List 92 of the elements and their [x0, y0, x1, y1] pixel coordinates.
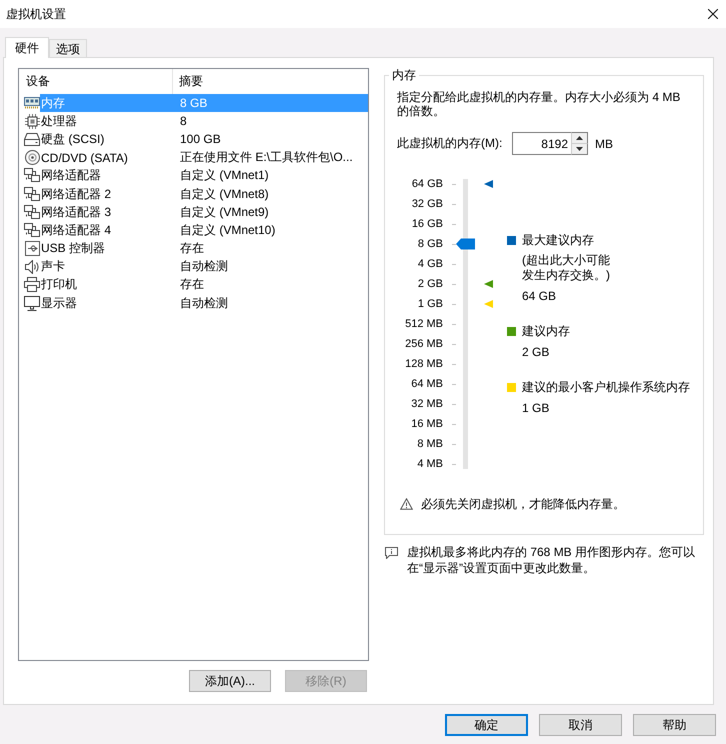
memory-stick-icon [24, 97, 40, 110]
device-summary: 存在 [180, 276, 204, 294]
tick-label: 64 MB [410, 377, 443, 392]
speaker-icon [25, 260, 39, 274]
close-icon[interactable] [708, 9, 718, 19]
tick-label: 8 GB [416, 237, 443, 252]
device-row[interactable]: 硬盘 (SCSI) 100 GB [40, 130, 368, 149]
disc-icon [24, 150, 40, 166]
device-name: USB 控制器 [40, 240, 106, 258]
device-row[interactable]: 打印机 存在 [40, 276, 368, 294]
legend-value: 1 GB [522, 400, 550, 416]
column-header[interactable]: 摘要 [173, 69, 203, 94]
network-icon [24, 168, 40, 184]
device-name: 网络适配器 3 [40, 204, 112, 221]
device-summary: 8 GB [180, 96, 208, 110]
legend-value: 64 GB [522, 288, 558, 304]
tab[interactable]: 硬件 [5, 37, 49, 58]
device-row[interactable]: 显示器 自动检测 [40, 294, 368, 312]
device-row[interactable]: 网络适配器 4 自定义 (VMnet10) [40, 221, 368, 240]
hard-drive-icon [24, 132, 40, 146]
device-summary: 自定义 (VMnet8) [180, 186, 269, 203]
device-row[interactable]: 网络适配器 2 自定义 (VMnet8) [40, 184, 368, 204]
tick-label: 4 MB [416, 457, 443, 472]
field-label: 此虚拟机的内存(M): [397, 135, 504, 152]
device-row[interactable]: 网络适配器 3 自定义 (VMnet9) [40, 203, 368, 222]
device-name: 打印机 [40, 276, 78, 294]
tick-label: 16 MB [410, 417, 443, 432]
device-summary: 自定义 (VMnet1) [180, 167, 269, 184]
window-title: 虚拟机设置 [6, 6, 66, 22]
device-summary: 8 [180, 114, 187, 128]
dialog-button[interactable]: 取消 [539, 714, 622, 736]
usb-icon [24, 241, 40, 256]
tick-label: 8 MB [416, 437, 443, 452]
dialog-button[interactable]: 帮助 [633, 714, 716, 736]
tick-label: 4 GB [416, 257, 443, 272]
memory-description: 指定分配给此虚拟机的内存量。内存大小必须为 4 MB 的倍数。 [397, 90, 682, 118]
monitor-icon [24, 296, 40, 311]
device-name: 网络适配器 4 [40, 222, 112, 239]
tick-label: 512 MB [404, 317, 443, 332]
device-row[interactable]: 声卡 自动检测 [40, 258, 368, 276]
tick-label: 1 GB [416, 297, 443, 312]
spin-down-button[interactable] [571, 144, 588, 155]
chip-icon [24, 114, 40, 129]
device-row[interactable]: USB 控制器 存在 [40, 240, 368, 258]
device-name: 网络适配器 [40, 167, 102, 184]
tick-label: 32 GB [410, 197, 443, 212]
device-row[interactable]: 网络适配器 自定义 (VMnet1) [40, 166, 368, 185]
device-name: 硬盘 (SCSI) [40, 130, 106, 148]
legend-note: (超出此大小可能发生内存交换。) [522, 253, 611, 283]
warning-text: 必须先关闭虚拟机，才能降低内存量。 [421, 496, 625, 512]
warning-icon [400, 498, 413, 510]
device-summary: 存在 [180, 240, 204, 258]
device-name: 显示器 [40, 294, 78, 312]
tick-label: 64 GB [410, 177, 443, 192]
network-icon [24, 222, 40, 238]
network-icon [24, 204, 40, 220]
device-summary: 自动检测 [180, 258, 228, 276]
device-summary: 100 GB [180, 132, 221, 146]
up-caret-icon [576, 136, 583, 140]
legend-label: 最大建议内存 [522, 232, 594, 248]
list-action-button[interactable]: 添加(A)... [189, 670, 271, 692]
legend-value: 2 GB [522, 344, 550, 360]
legend-label: 建议内存 [522, 323, 570, 339]
memory-field[interactable]: 8192 [512, 132, 571, 155]
slider-thumb[interactable] [456, 238, 475, 250]
spin-up-button[interactable] [571, 132, 588, 144]
tab[interactable]: 选项 [49, 39, 87, 57]
legend-label: 建议的最小客户机操作系统内存 [522, 379, 690, 395]
tick-label: 32 MB [410, 397, 443, 412]
device-summary: 自定义 (VMnet10) [180, 222, 276, 239]
tick-label: 2 GB [416, 277, 443, 292]
device-summary: 正在使用文件 E:\工具软件包\O... [180, 149, 353, 166]
device-name: 声卡 [40, 258, 66, 276]
device-name: 网络适配器 2 [40, 186, 112, 203]
device-summary: 自定义 (VMnet9) [180, 204, 269, 221]
network-icon [24, 186, 40, 202]
down-caret-icon [576, 147, 583, 151]
dialog-button[interactable]: 确定 [445, 714, 528, 736]
info-icon [385, 547, 398, 559]
device-name: 处理器 [40, 112, 78, 130]
tick-label: 16 GB [410, 217, 443, 232]
device-summary: 自动检测 [180, 294, 228, 312]
tick-label: 128 MB [404, 357, 443, 372]
group-title: 内存 [391, 68, 417, 82]
info-text: 虚拟机最多将此内存的 768 MB 用作图形内存。您可以在“显示器”设置页面中更改此数量。 [407, 544, 696, 576]
tick-label: 256 MB [404, 337, 443, 352]
device-row[interactable]: CD/DVD (SATA) 正在使用文件 E:\工具软件包\O... [40, 148, 368, 167]
unit-label: MB [595, 136, 613, 150]
device-name: CD/DVD (SATA) [40, 150, 129, 165]
device-name: 内存 [40, 94, 66, 112]
printer-icon [24, 277, 40, 292]
device-row[interactable]: 处理器 8 [40, 112, 368, 130]
